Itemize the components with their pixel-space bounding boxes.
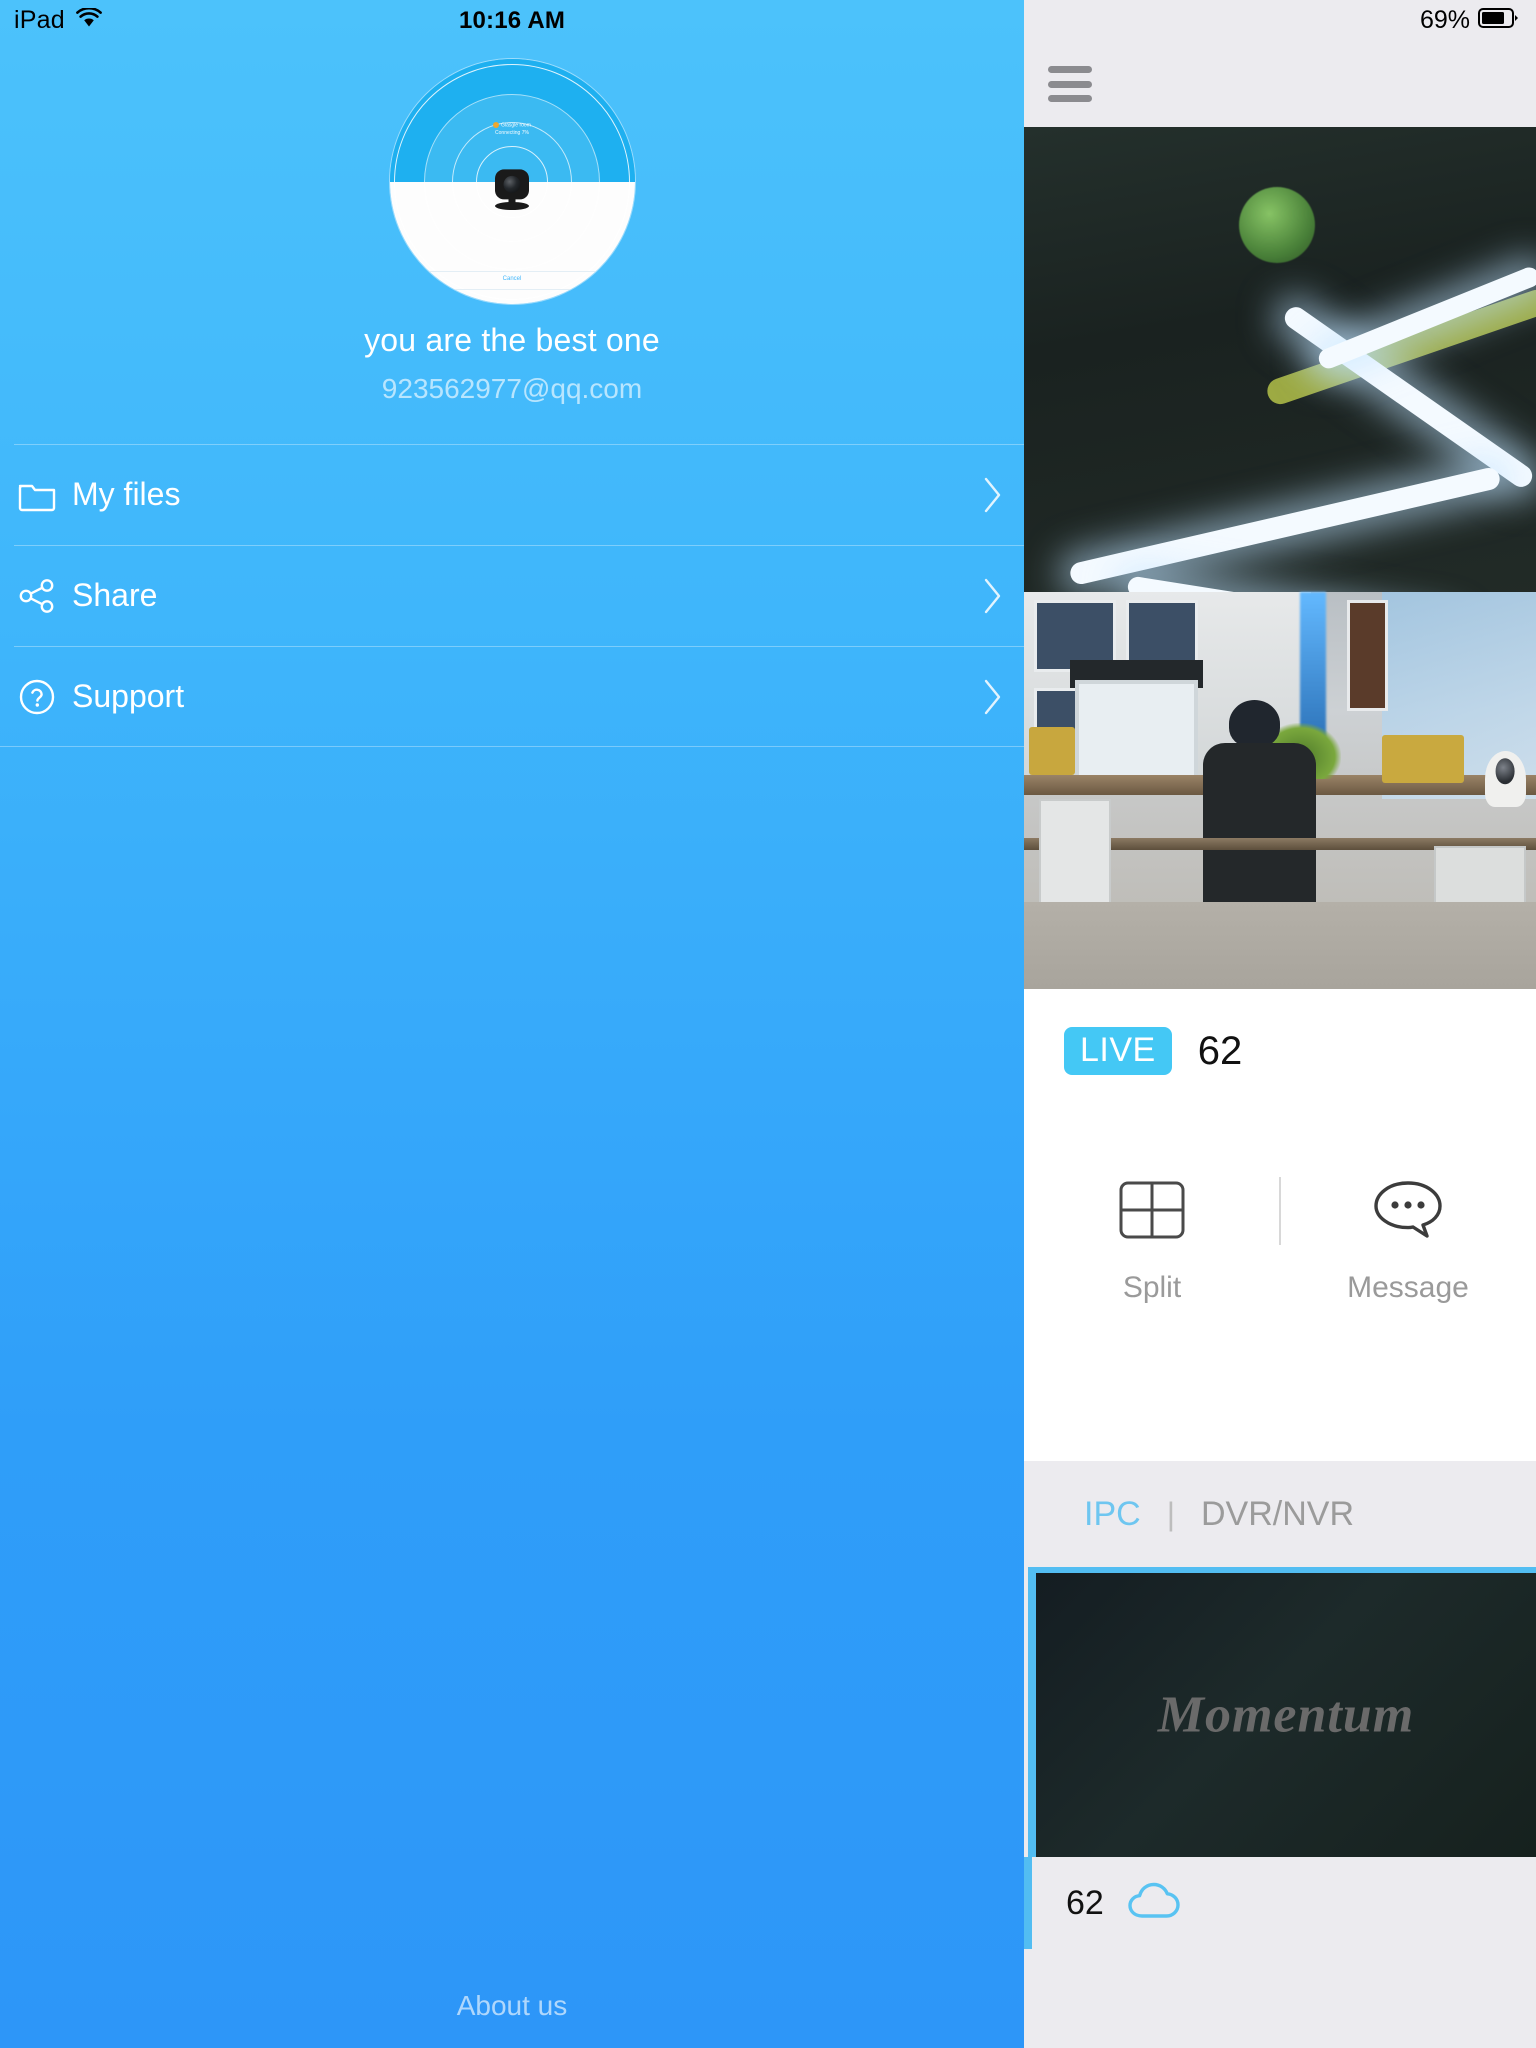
device-card-name: 62 [1066,1883,1104,1922]
menu-item-label: Share [72,577,158,613]
ios-status-bar: iPad 10:16 AM [0,0,1024,41]
app-screen: iPad 10:16 AM Glasgle room Connecting 7%… [0,0,1536,2048]
video-office-area [1024,592,1536,989]
device-card-title: Momentum [1157,1686,1415,1744]
video-ceiling-globe [1239,187,1316,264]
video-floor [1024,901,1536,989]
folder-icon [14,473,60,517]
live-status-bar: LIVE 62 [1024,989,1536,1113]
device-card-thumbnail[interactable]: Momentum [1028,1567,1536,1857]
tab-ipc[interactable]: IPC [1084,1495,1141,1534]
live-video-feed[interactable] [1024,127,1536,989]
split-grid-icon [1119,1177,1185,1243]
message-button-label: Message [1347,1271,1469,1304]
hamburger-menu-icon[interactable] [1048,66,1092,102]
avatar-camera-base [495,201,529,210]
video-window [1126,600,1199,664]
cloud-icon[interactable] [1126,1880,1182,1927]
avatar-divider-1 [418,271,606,272]
menu-item-label: My files [72,476,181,512]
live-device-name: 62 [1197,1028,1243,1073]
avatar-hint-title: Glasgle room [501,122,531,129]
video-door [1346,600,1388,712]
tab-divider: | [1166,1495,1175,1532]
split-button-label: Split [1122,1271,1182,1304]
split-button[interactable]: Split [1024,1177,1280,1305]
chevron-right-icon [982,476,1004,514]
side-drawer: iPad 10:16 AM Glasgle room Connecting 7%… [0,0,1024,2048]
panel-status-bar: 69% [1024,0,1536,41]
status-bar-left: iPad [14,6,102,35]
hamburger-bar [1048,80,1092,88]
video-storage-box [1382,735,1465,783]
avatar[interactable]: Glasgle room Connecting 7% Cancel [389,59,635,304]
hamburger-bar [1048,95,1092,102]
wifi-icon [75,6,102,35]
drawer-menu: My files Share Support [0,444,1024,747]
main-panel: 69% LIVE 62 Split Message IPC | DVR/NVR … [1024,0,1536,2048]
avatar-cancel-label: Cancel [502,276,522,282]
panel-nav-bar [1024,41,1536,127]
menu-item-share[interactable]: Share [0,545,1024,646]
menu-item-my-files[interactable]: My files [0,444,1024,545]
menu-item-label: Support [72,678,185,714]
avatar-hint-dot-icon [493,122,500,128]
status-bar-device-label: iPad [14,6,65,34]
video-cabinet [1039,798,1112,910]
hamburger-bar [1048,66,1092,73]
chevron-right-icon [982,577,1004,615]
action-divider [1279,1177,1281,1245]
device-card-footer[interactable]: 62 [1024,1857,1536,1949]
question-circle-icon [14,675,60,719]
live-badge: LIVE [1064,1027,1172,1075]
avatar-camera-icon [495,168,529,199]
share-nodes-icon [14,574,60,618]
avatar-pairing-hint: Glasgle room Connecting 7% [390,122,635,137]
video-person [1228,699,1280,748]
about-us-link[interactable]: About us [0,1990,1024,2022]
menu-item-support[interactable]: Support [0,646,1024,747]
user-email: 923562977@qq.com [381,373,643,404]
video-imac [1075,679,1199,783]
status-bar-clock: 10:16 AM [458,6,566,34]
video-ip-camera [1484,751,1526,807]
action-row: Split Message [1024,1113,1536,1461]
video-desk-organizer [1029,727,1076,775]
avatar-hint-sub: Connecting 7% [495,129,529,136]
battery-icon [1478,7,1520,34]
tab-dvr-nvr[interactable]: DVR/NVR [1201,1495,1354,1534]
user-name: you are the best one [364,322,660,358]
message-bubble-icon [1372,1177,1444,1243]
message-button[interactable]: Message [1280,1177,1536,1305]
device-type-tabs: IPC | DVR/NVR [1024,1461,1536,1567]
chevron-right-icon [982,678,1004,716]
avatar-divider-2 [399,289,625,290]
battery-percent-label: 69% [1419,6,1470,34]
